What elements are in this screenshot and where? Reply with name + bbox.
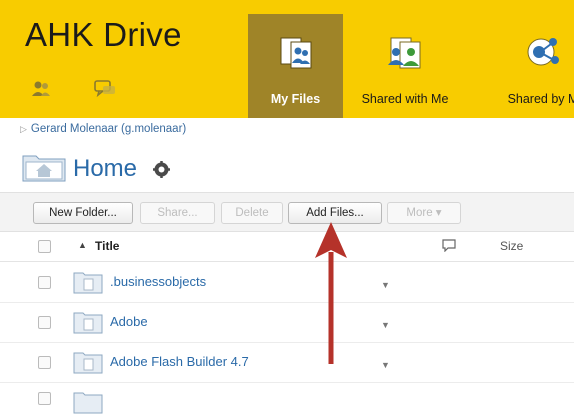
annotation-arrow (315, 222, 347, 364)
